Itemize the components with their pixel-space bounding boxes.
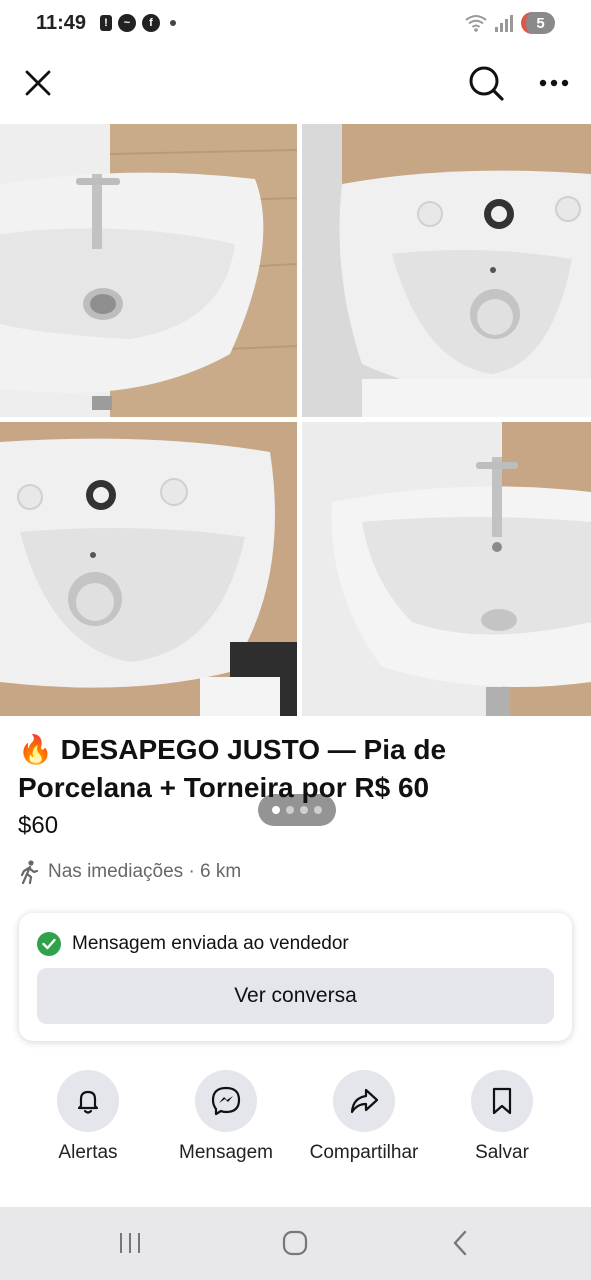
share-action[interactable]: Compartilhar bbox=[294, 1070, 434, 1164]
page-dot bbox=[314, 806, 322, 814]
messenger-notification-icon: ~ bbox=[118, 14, 136, 32]
action-row: Alertas Mensagem Compartilhar Salvar bbox=[0, 1070, 591, 1180]
home-icon bbox=[282, 1230, 308, 1256]
page-dot-active bbox=[272, 806, 280, 814]
listing-location: Nas imediações · 6 km bbox=[18, 860, 241, 884]
search-button[interactable] bbox=[466, 63, 506, 103]
notification-icons: ! ~ f bbox=[100, 14, 176, 32]
close-button[interactable] bbox=[18, 63, 58, 103]
listing-photo-3[interactable] bbox=[0, 422, 297, 716]
walking-person-icon bbox=[20, 860, 39, 884]
listing-title-text: DESAPEGO JUSTO — Pia de Porcelana + Torn… bbox=[18, 734, 447, 803]
bookmark-icon bbox=[492, 1087, 512, 1115]
listing-photo-4[interactable] bbox=[302, 422, 591, 716]
message-status-text: Mensagem enviada ao vendedor bbox=[72, 933, 349, 954]
search-icon bbox=[469, 66, 504, 101]
share-button[interactable] bbox=[333, 1070, 395, 1132]
back-icon bbox=[453, 1230, 467, 1256]
close-icon bbox=[25, 70, 51, 96]
status-bar: 11:49 ! ~ f 5 bbox=[0, 0, 591, 50]
save-action[interactable]: Salvar bbox=[432, 1070, 572, 1164]
alerts-action[interactable]: Alertas bbox=[18, 1070, 158, 1164]
save-label: Salvar bbox=[475, 1142, 529, 1163]
wifi-icon bbox=[465, 15, 487, 32]
message-sent-card: Mensagem enviada ao vendedor Ver convers… bbox=[19, 913, 572, 1041]
messenger-icon bbox=[211, 1086, 241, 1116]
signal-icon bbox=[495, 14, 513, 32]
status-time: 11:49 bbox=[36, 12, 87, 34]
home-button[interactable] bbox=[265, 1225, 325, 1261]
recent-apps-button[interactable] bbox=[100, 1225, 160, 1261]
message-button[interactable] bbox=[195, 1070, 257, 1132]
listing-photo-1[interactable] bbox=[0, 124, 297, 417]
message-label: Mensagem bbox=[179, 1142, 273, 1163]
photo-gallery[interactable] bbox=[0, 124, 591, 826]
status-right: 5 bbox=[465, 12, 555, 34]
top-bar bbox=[0, 55, 591, 115]
share-label: Compartilhar bbox=[309, 1142, 419, 1163]
page-dot bbox=[300, 806, 308, 814]
alert-notification-icon: ! bbox=[100, 15, 112, 31]
more-notifications-icon bbox=[170, 20, 176, 26]
fire-emoji: 🔥 bbox=[18, 734, 53, 765]
alerts-button[interactable] bbox=[57, 1070, 119, 1132]
location-text: Nas imediações · 6 km bbox=[48, 861, 242, 882]
back-button[interactable] bbox=[430, 1225, 490, 1261]
battery-indicator: 5 bbox=[521, 12, 555, 34]
view-conversation-button[interactable]: Ver conversa bbox=[37, 968, 554, 1024]
more-options-button[interactable] bbox=[534, 63, 574, 103]
listing-price: $60 bbox=[18, 812, 59, 839]
share-icon bbox=[350, 1088, 379, 1114]
check-circle-icon bbox=[37, 932, 61, 956]
listing-photo-2[interactable] bbox=[302, 124, 591, 417]
more-horizontal-icon bbox=[539, 79, 569, 87]
listing-title: 🔥 DESAPEGO JUSTO — Pia de Porcelana + To… bbox=[18, 731, 573, 807]
facebook-notification-icon: f bbox=[142, 14, 160, 32]
save-button[interactable] bbox=[471, 1070, 533, 1132]
page-dot bbox=[286, 806, 294, 814]
message-status: Mensagem enviada ao vendedor bbox=[37, 932, 349, 956]
recent-apps-icon bbox=[120, 1233, 140, 1253]
bell-icon bbox=[77, 1090, 99, 1114]
alerts-label: Alertas bbox=[58, 1142, 118, 1163]
message-action[interactable]: Mensagem bbox=[156, 1070, 296, 1164]
system-nav-bar bbox=[0, 1207, 591, 1280]
